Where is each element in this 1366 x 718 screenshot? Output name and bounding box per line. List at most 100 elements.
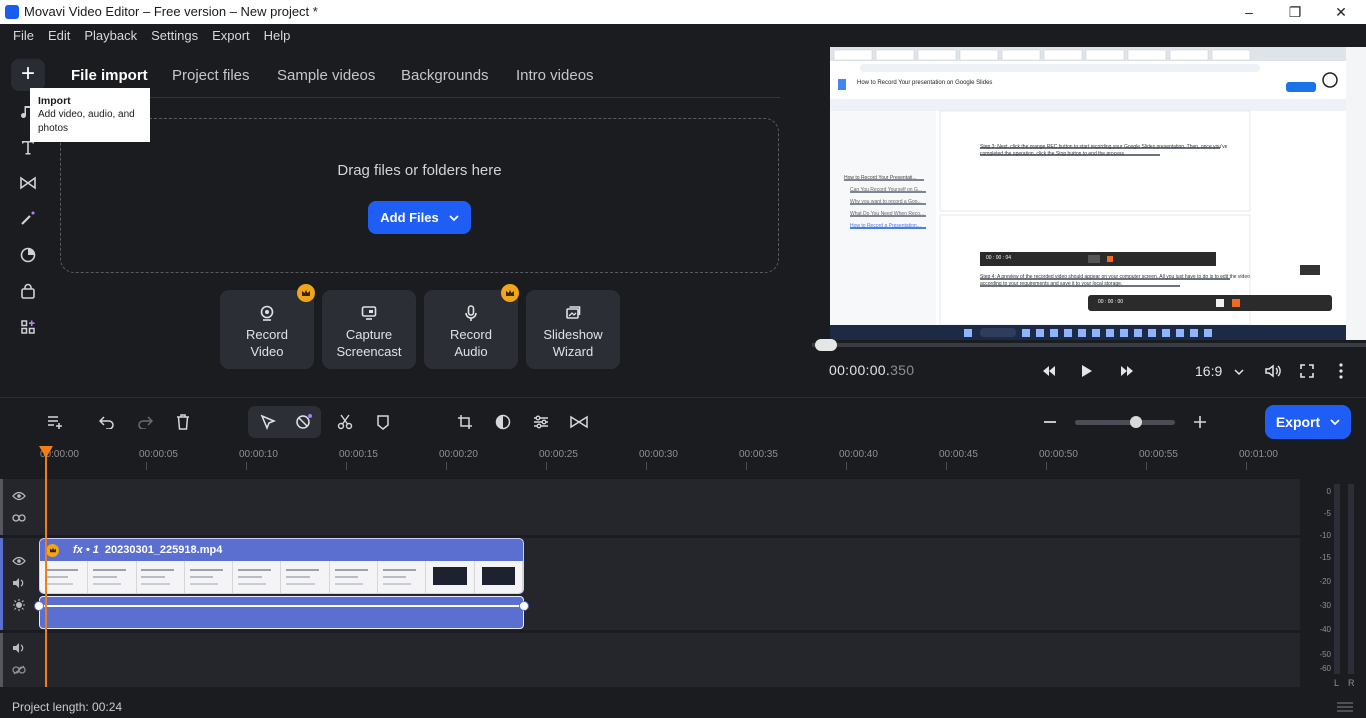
playhead-handle[interactable] [39, 446, 53, 458]
preview-outline-2: Why you want to record a Goo... [850, 199, 922, 205]
volume-icon[interactable] [1260, 360, 1286, 382]
project-length: Project length: 00:24 [12, 700, 123, 714]
import-plus-button[interactable]: + [11, 59, 45, 91]
video-clip[interactable]: fx • 1 20230301_225918.mp4 [39, 538, 524, 594]
link-icon[interactable] [10, 511, 28, 525]
add-track-icon[interactable] [41, 409, 69, 435]
menu-playback[interactable]: Playback [84, 28, 137, 43]
capture-screencast-line1: Capture [345, 327, 393, 342]
color-adjust-icon[interactable] [489, 409, 517, 435]
close-button[interactable]: ✕ [1318, 0, 1364, 24]
menu-bar: File Edit Playback Settings Export Help [0, 24, 1366, 47]
transition-wizard-icon[interactable] [565, 409, 593, 435]
slideshow-wizard-button[interactable]: Slideshow Wizard [526, 290, 620, 369]
playhead[interactable] [45, 447, 47, 687]
store-icon[interactable] [14, 278, 42, 306]
clip-fx-badge[interactable]: fx • 1 [73, 544, 99, 556]
unlink-icon[interactable] [10, 663, 28, 677]
aspect-ratio-value: 16:9 [1195, 363, 1223, 379]
tab-project-files[interactable]: Project files [172, 67, 250, 84]
more-tools-icon[interactable] [14, 313, 42, 341]
eye-icon[interactable] [10, 554, 28, 568]
tooltip-text: Add video, audio, and photos [38, 109, 135, 134]
zoom-out-icon[interactable] [1036, 409, 1064, 435]
meter-label: -20 [1319, 577, 1331, 586]
eye-icon[interactable] [10, 489, 28, 503]
zoom-slider[interactable] [1075, 420, 1175, 425]
playback-timecode: 00:00:00.350 [829, 362, 914, 378]
crop-icon[interactable] [451, 409, 479, 435]
ruler-tick [946, 462, 947, 470]
meter-toggle-icon[interactable] [1336, 700, 1354, 712]
stickers-icon[interactable] [14, 241, 42, 269]
overlay-track[interactable] [0, 479, 1300, 535]
track-strip [0, 633, 3, 687]
seek-handle[interactable] [815, 339, 837, 351]
speaker-icon[interactable] [10, 576, 28, 590]
export-button[interactable]: Export [1265, 405, 1351, 439]
more-options-icon[interactable] [1328, 360, 1354, 382]
transitions-icon[interactable] [14, 169, 42, 197]
add-files-button[interactable]: Add Files [368, 201, 471, 234]
marker-icon[interactable] [369, 409, 397, 435]
blade-tool-icon[interactable] [290, 409, 318, 435]
effects-wand-icon[interactable] [14, 204, 42, 232]
menu-export[interactable]: Export [212, 28, 250, 43]
ruler-tick [446, 462, 447, 470]
minimize-button[interactable]: – [1226, 0, 1272, 24]
clip-properties-icon[interactable] [527, 409, 555, 435]
preview-screen[interactable]: How to Record Your presentation on Googl… [830, 47, 1346, 340]
preview-outline-1: Can You Record Yourself on G... [850, 187, 922, 193]
restore-button[interactable]: ❐ [1272, 0, 1318, 24]
audio-effects-icon[interactable] [10, 598, 28, 612]
record-video-line1: Record [246, 327, 288, 342]
tab-intro-videos[interactable]: Intro videos [516, 67, 594, 84]
chevron-down-icon [1234, 369, 1244, 376]
speaker-icon[interactable] [10, 641, 28, 655]
playback-seekbar[interactable] [812, 343, 1366, 347]
delete-icon[interactable] [169, 409, 197, 435]
preview-step3-text: Step 3: Next, click the orange REC butto… [980, 144, 1228, 157]
menu-file[interactable]: File [13, 28, 34, 43]
menu-settings[interactable]: Settings [151, 28, 198, 43]
ruler-tick-label: 00:00:40 [839, 449, 878, 460]
menu-help[interactable]: Help [264, 28, 291, 43]
audio-track[interactable] [0, 633, 1300, 687]
rewind-icon[interactable] [1036, 360, 1062, 382]
fade-in-handle[interactable] [34, 601, 44, 611]
tab-file-import[interactable]: File import [71, 67, 148, 84]
ruler-tick-label: 00:00:50 [1039, 449, 1078, 460]
drop-zone[interactable]: Drag files or folders here Add Files [60, 118, 779, 273]
app-logo-icon [5, 5, 19, 19]
slideshow-icon [566, 306, 581, 319]
zoom-slider-handle[interactable] [1130, 416, 1142, 428]
title-bar: Movavi Video Editor – Free version – New… [0, 0, 1366, 24]
volume-line[interactable] [39, 605, 524, 607]
ruler-tick-label: 00:00:55 [1139, 449, 1178, 460]
record-video-button[interactable]: Record Video [220, 290, 314, 369]
fast-forward-icon[interactable] [1114, 360, 1140, 382]
fade-out-handle[interactable] [519, 601, 529, 611]
zoom-in-icon[interactable] [1186, 409, 1214, 435]
audio-clip[interactable] [39, 596, 524, 629]
fullscreen-icon[interactable] [1294, 360, 1320, 382]
aspect-ratio-select[interactable]: 16:9 [1195, 363, 1244, 379]
tab-divider [60, 97, 780, 98]
drop-zone-text: Drag files or folders here [337, 162, 502, 179]
scissors-icon[interactable] [331, 409, 359, 435]
play-icon[interactable] [1074, 360, 1100, 382]
timecode-main: 00:00:00. [829, 362, 891, 378]
preview-step4-text: Step 4: A preview of the recorded video … [980, 274, 1250, 287]
ruler-tick-label: 00:00:25 [539, 449, 578, 460]
ruler-tick [246, 462, 247, 470]
tab-sample-videos[interactable]: Sample videos [277, 67, 375, 84]
capture-screencast-button[interactable]: Capture Screencast [322, 290, 416, 369]
select-cursor-icon[interactable] [254, 409, 282, 435]
record-audio-button[interactable]: Record Audio [424, 290, 518, 369]
microphone-icon [465, 305, 477, 321]
undo-icon[interactable] [93, 409, 121, 435]
ruler-tick [646, 462, 647, 470]
menu-edit[interactable]: Edit [48, 28, 70, 43]
tab-backgrounds[interactable]: Backgrounds [401, 67, 489, 84]
redo-icon[interactable] [131, 409, 159, 435]
